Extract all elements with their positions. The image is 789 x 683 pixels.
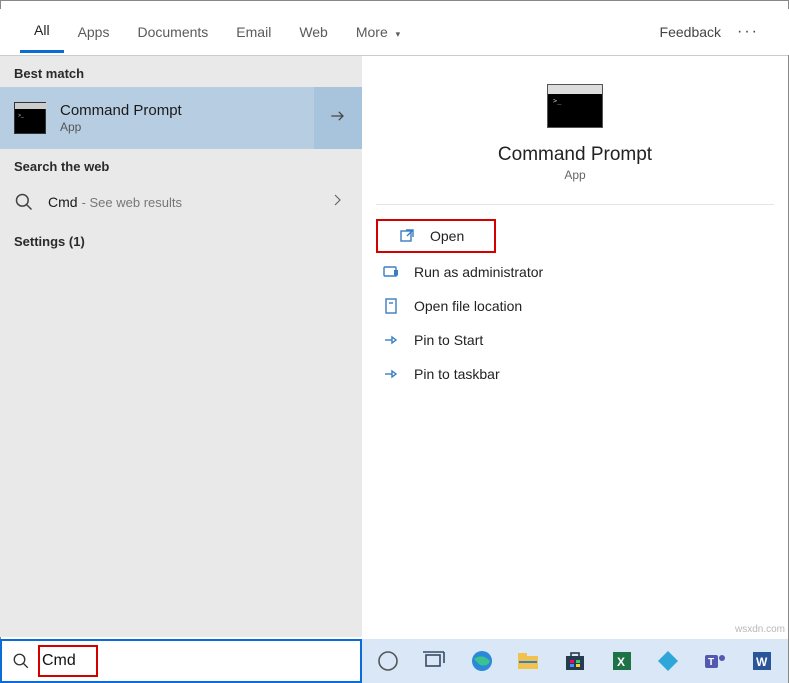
search-icon: [14, 192, 34, 212]
search-scope-tabs: All Apps Documents Email Web More ▾ Feed…: [0, 9, 789, 55]
web-result[interactable]: Cmd - See web results: [0, 180, 362, 224]
results-panel: Best match >_ Command Prompt App Search …: [0, 55, 362, 637]
tab-more-label: More: [356, 24, 388, 40]
tab-all[interactable]: All: [20, 14, 64, 53]
tab-more[interactable]: More ▾: [342, 16, 414, 48]
tab-apps[interactable]: Apps: [64, 16, 124, 48]
taskbar: X T W: [362, 639, 788, 683]
teams-icon[interactable]: T: [703, 648, 728, 674]
search-bar[interactable]: [0, 639, 362, 683]
command-prompt-large-icon: [547, 84, 603, 128]
preview-title: Command Prompt: [380, 144, 770, 166]
chevron-down-icon: ▾: [396, 29, 401, 39]
best-match-result[interactable]: >_ Command Prompt App: [0, 87, 362, 149]
action-run-as-admin[interactable]: Run as administrator: [362, 255, 788, 289]
action-pin-to-taskbar[interactable]: Pin to taskbar: [362, 357, 788, 391]
file-explorer-icon[interactable]: [516, 648, 541, 674]
search-icon: [12, 652, 30, 670]
svg-text:X: X: [617, 655, 625, 669]
preview-panel: Command Prompt App Open Run as administr…: [362, 55, 788, 637]
divider: [376, 204, 774, 205]
action-pin-taskbar-label: Pin to taskbar: [414, 366, 500, 382]
more-options-button[interactable]: ···: [727, 15, 769, 49]
cortana-icon[interactable]: [376, 648, 401, 674]
task-view-icon[interactable]: [423, 648, 448, 674]
microsoft-store-icon[interactable]: [563, 648, 588, 674]
action-folder-label: Open file location: [414, 298, 522, 314]
result-text: Command Prompt App: [60, 102, 182, 134]
word-icon[interactable]: W: [749, 648, 774, 674]
settings-header: Settings (1): [0, 224, 362, 255]
action-list: Open Run as administrator Open file loca…: [362, 219, 788, 391]
action-pin-start-label: Pin to Start: [414, 332, 483, 348]
kodi-icon[interactable]: [656, 648, 681, 674]
preview-subtitle: App: [380, 168, 770, 182]
svg-text:W: W: [756, 655, 768, 669]
result-subtitle: App: [60, 120, 182, 134]
pin-icon: [382, 365, 400, 383]
watermark: wsxdn.com: [735, 624, 785, 635]
folder-icon: [382, 297, 400, 315]
feedback-button[interactable]: Feedback: [654, 16, 727, 48]
pin-icon: [382, 331, 400, 349]
web-result-title: Cmd: [48, 194, 78, 210]
svg-text:T: T: [708, 657, 714, 668]
best-match-header: Best match: [0, 56, 362, 87]
action-open[interactable]: Open: [376, 219, 496, 253]
open-preview-button[interactable]: [314, 87, 362, 149]
open-icon: [398, 227, 416, 245]
tab-documents[interactable]: Documents: [123, 16, 222, 48]
action-admin-label: Run as administrator: [414, 264, 543, 280]
edge-icon[interactable]: [469, 648, 494, 674]
search-input[interactable]: [40, 641, 350, 681]
shield-icon: [382, 263, 400, 281]
action-open-file-location[interactable]: Open file location: [362, 289, 788, 323]
tab-web[interactable]: Web: [285, 16, 342, 48]
tab-email[interactable]: Email: [222, 16, 285, 48]
svg-text:>_: >_: [18, 113, 24, 119]
web-result-subtitle: - See web results: [82, 195, 182, 210]
chevron-right-icon: [332, 193, 344, 211]
action-pin-to-start[interactable]: Pin to Start: [362, 323, 788, 357]
excel-icon[interactable]: X: [609, 648, 634, 674]
command-prompt-icon: >_: [14, 102, 46, 134]
search-web-header: Search the web: [0, 149, 362, 180]
arrow-right-icon: [328, 106, 348, 131]
result-title: Command Prompt: [60, 102, 182, 119]
action-open-label: Open: [430, 228, 464, 244]
